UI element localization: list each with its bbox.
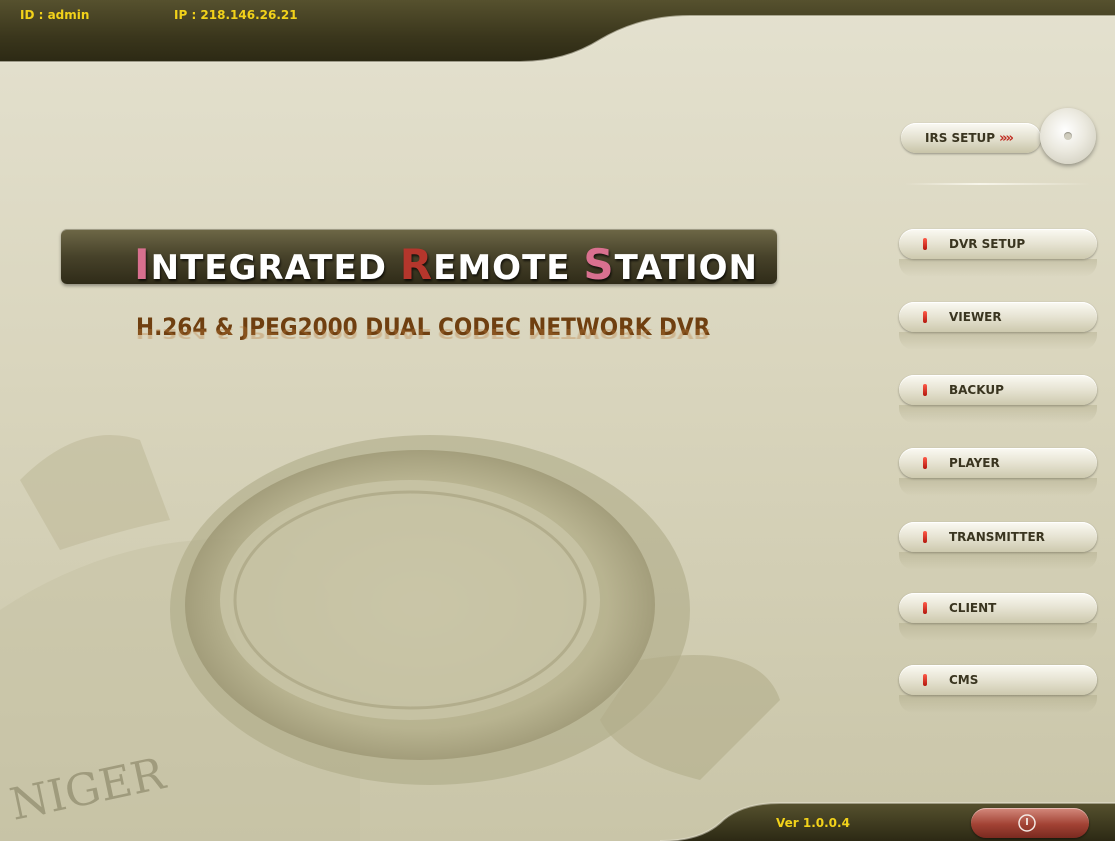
- led-indicator-icon: [923, 674, 927, 686]
- bottom-bar: [0, 793, 1115, 841]
- menu-item-viewer[interactable]: VIEWER: [899, 302, 1097, 332]
- ip-address-label: IP : 218.146.26.21: [174, 8, 298, 22]
- menu-item-label: DVR SETUP: [949, 237, 1026, 251]
- menu-item-transmitter[interactable]: TRANSMITTER: [899, 522, 1097, 552]
- title-word-station: TATION: [614, 248, 759, 288]
- title-initial-i: I: [134, 240, 151, 289]
- menu-item-player[interactable]: PLAYER: [899, 448, 1097, 478]
- power-icon: [1018, 814, 1036, 832]
- menu-item-label: CMS: [949, 673, 979, 687]
- led-indicator-icon: [923, 531, 927, 543]
- title-initial-s: S: [583, 240, 615, 289]
- menu-item-label: TRANSMITTER: [949, 530, 1045, 544]
- version-label: Ver 1.0.0.4: [776, 816, 850, 830]
- power-button[interactable]: [971, 808, 1089, 838]
- menu-divider: [905, 183, 1090, 185]
- menu-item-reflection: [899, 405, 1097, 423]
- menu-item-label: BACKUP: [949, 383, 1004, 397]
- menu-item-reflection: [899, 623, 1097, 641]
- user-id-label: ID : admin: [20, 8, 90, 22]
- title-word-integrated: NTEGRATED: [150, 248, 400, 288]
- menu-item-reflection: [899, 695, 1097, 713]
- menu-item-reflection: [899, 259, 1097, 277]
- compass-background-image: NIGER: [0, 435, 780, 841]
- menu-item-cms[interactable]: CMS: [899, 665, 1097, 695]
- irs-setup-label: IRS SETUP: [925, 131, 996, 145]
- menu-item-reflection: [899, 478, 1097, 496]
- irs-main-window: NIGER ID : admin IP : 218.146.26.21 INTE…: [0, 0, 1115, 841]
- title-initial-r: R: [399, 240, 434, 289]
- led-indicator-icon: [923, 311, 927, 323]
- double-arrow-icon: »»: [999, 130, 1014, 146]
- top-bar: ID : admin IP : 218.146.26.21: [0, 0, 1115, 64]
- menu-item-reflection: [899, 332, 1097, 350]
- subtitle-reflection: H.264 & JPEG2000 DUAL CODEC NETWORK DVR: [136, 325, 711, 341]
- irs-setup-button[interactable]: IRS SETUP »»: [901, 123, 1041, 153]
- title-word-remote: EMOTE: [433, 248, 584, 288]
- led-indicator-icon: [923, 602, 927, 614]
- irs-setup-knob[interactable]: [1040, 108, 1096, 164]
- menu-item-client[interactable]: CLIENT: [899, 593, 1097, 623]
- menu-item-backup[interactable]: BACKUP: [899, 375, 1097, 405]
- menu-item-label: PLAYER: [949, 456, 1000, 470]
- led-indicator-icon: [923, 384, 927, 396]
- app-title: INTEGRATED REMOTE STATION: [134, 240, 758, 289]
- menu-item-label: CLIENT: [949, 601, 997, 615]
- led-indicator-icon: [923, 457, 927, 469]
- menu-item-dvr-setup[interactable]: DVR SETUP: [899, 229, 1097, 259]
- menu-item-reflection: [899, 552, 1097, 570]
- menu-item-label: VIEWER: [949, 310, 1002, 324]
- led-indicator-icon: [923, 238, 927, 250]
